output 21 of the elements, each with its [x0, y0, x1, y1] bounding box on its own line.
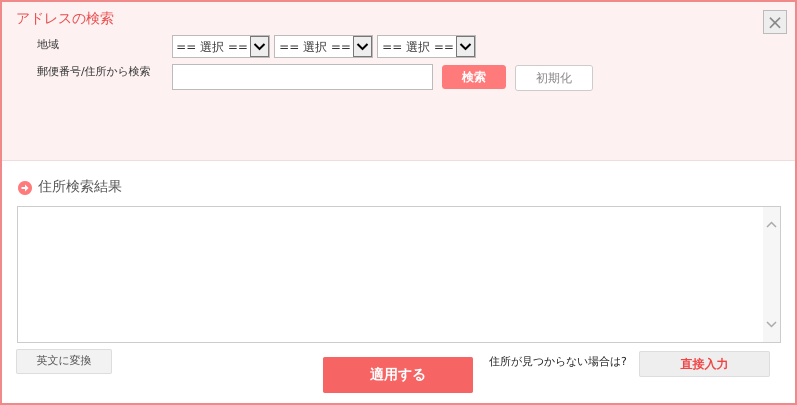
dropdown-icon[interactable] — [456, 36, 475, 57]
scroll-up-icon[interactable] — [766, 221, 777, 228]
region-select[interactable]: == 選択 == — [377, 35, 476, 58]
search-button[interactable]: 検索 — [442, 65, 506, 89]
close-button[interactable]: × — [763, 10, 787, 34]
scrollbar[interactable] — [763, 207, 780, 342]
not-found-text: 住所が見つからない場合は? — [489, 354, 627, 370]
dropdown-icon[interactable] — [250, 36, 269, 57]
search-field[interactable] — [172, 64, 433, 90]
region-select[interactable]: == 選択 == — [274, 35, 373, 58]
query-label: 郵便番号/住所から検索 — [37, 64, 152, 80]
dialog-title: アドレスの検索 — [16, 10, 114, 29]
direct-input-button[interactable]: 直接入力 — [638, 351, 770, 377]
scroll-down-icon[interactable] — [766, 321, 777, 328]
reset-button[interactable]: 初期化 — [515, 65, 593, 91]
region-label: 地域 — [37, 37, 60, 53]
apply-button[interactable]: 適用する — [323, 357, 473, 393]
convert-button[interactable]: 英文に変換 — [16, 349, 112, 374]
dropdown-icon[interactable] — [353, 36, 372, 57]
results-heading: 住所検索結果 — [38, 178, 122, 197]
region-select[interactable]: == 選択 == — [172, 35, 270, 58]
